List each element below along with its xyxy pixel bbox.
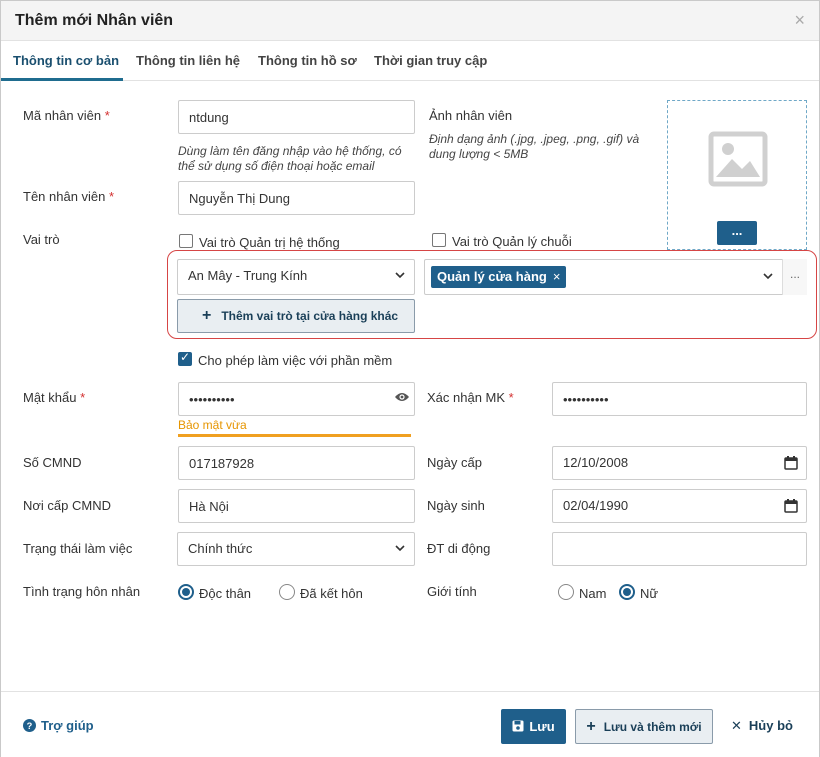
photo-label: Ảnh nhân viên — [429, 108, 513, 123]
tab-contact-info[interactable]: Thông tin liên hệ — [136, 53, 240, 68]
issue-place-label: Nơi cấp CMND — [23, 498, 111, 513]
marital-married-label: Đã kết hôn — [300, 586, 363, 601]
software-access-checkbox[interactable]: ✓ — [178, 350, 192, 366]
marital-married-radio[interactable] — [279, 584, 295, 600]
role-label: Vai trò — [23, 232, 60, 247]
issue-date-label: Ngày cấp — [427, 455, 482, 470]
chain-role-checkbox[interactable] — [432, 233, 446, 247]
close-icon[interactable]: × — [794, 10, 805, 31]
check-icon: ✓ — [180, 350, 191, 364]
add-store-role-button[interactable]: + Thêm vai trò tại cửa hàng khác — [177, 299, 415, 333]
issue-date-input[interactable]: 12/10/2008 — [552, 446, 807, 480]
help-link[interactable]: ? Trợ giúp — [23, 718, 94, 733]
photo-hint: Định dạng ảnh (.jpg, .jpeg, .png, .gif) … — [429, 132, 640, 161]
employee-code-label: Mã nhân viên * — [23, 108, 110, 123]
chain-role-label: Vai trò Quản lý chuỗi — [452, 234, 572, 249]
photo-upload-area[interactable]: ... — [667, 100, 807, 250]
plus-icon: + — [202, 307, 212, 324]
chevron-down-icon — [395, 272, 405, 279]
mobile-label: ĐT di động — [427, 541, 491, 556]
store-select[interactable]: An Mây - Trung Kính — [177, 259, 415, 295]
work-status-select[interactable]: Chính thức — [177, 532, 415, 566]
employee-name-input[interactable] — [178, 181, 415, 215]
password-strength-bar — [178, 434, 411, 437]
work-status-label: Trạng thái làm việc — [23, 541, 133, 556]
confirm-password-input[interactable] — [552, 382, 807, 416]
gender-female-label: Nữ — [640, 586, 659, 601]
gender-male-radio[interactable] — [558, 584, 574, 600]
close-icon: ✕ — [731, 718, 742, 733]
image-placeholder-icon — [708, 131, 768, 187]
employee-code-input[interactable] — [178, 100, 415, 134]
required-mark: * — [508, 390, 514, 405]
chevron-down-icon — [395, 545, 405, 552]
employee-code-hint: Dùng làm tên đăng nhập vào hệ thống, có … — [178, 144, 402, 173]
active-tab-indicator — [1, 78, 123, 81]
role-tag: Quản lý cửa hàng × — [431, 266, 567, 288]
required-mark: * — [109, 189, 115, 204]
tab-profile-info[interactable]: Thông tin hồ sơ — [258, 53, 357, 68]
calendar-icon[interactable] — [784, 456, 798, 470]
marital-single-label: Độc thân — [199, 586, 252, 601]
svg-text:?: ? — [27, 721, 33, 731]
marital-single-radio[interactable] — [178, 584, 194, 600]
issue-place-input[interactable] — [178, 489, 415, 523]
tab-access-time[interactable]: Thời gian truy cập — [374, 53, 487, 68]
gender-label: Giới tính — [427, 584, 477, 599]
required-mark: * — [104, 108, 110, 123]
add-store-role-label: Thêm vai trò tại cửa hàng khác — [221, 309, 399, 323]
store-select-value: An Mây - Trung Kính — [188, 268, 308, 283]
tab-bar: Thông tin cơ bản Thông tin liên hệ Thông… — [1, 41, 819, 81]
birth-date-label: Ngày sinh — [427, 498, 485, 513]
dialog-header: Thêm mới Nhân viên × — [1, 1, 819, 41]
gender-female-radio[interactable] — [619, 584, 635, 600]
password-strength-text: Bảo mật vừa — [178, 418, 247, 432]
photo-browse-button[interactable]: ... — [717, 221, 757, 245]
tab-basic-info[interactable]: Thông tin cơ bản — [13, 53, 119, 68]
dialog-title: Thêm mới Nhân viên — [15, 12, 174, 29]
password-label: Mật khẩu * — [23, 390, 86, 405]
employee-name-label: Tên nhân viên * — [23, 189, 115, 204]
eye-icon[interactable] — [394, 391, 410, 403]
required-mark: * — [80, 390, 86, 405]
password-input[interactable] — [178, 382, 415, 416]
save-icon — [512, 720, 524, 732]
admin-role-checkbox[interactable] — [179, 234, 193, 248]
help-icon: ? — [23, 719, 36, 732]
mobile-input[interactable] — [552, 532, 807, 566]
role-more-button[interactable]: ... — [782, 259, 807, 295]
save-and-new-button[interactable]: + Lưu và thêm mới — [575, 709, 713, 744]
chevron-down-icon — [763, 273, 773, 280]
cancel-button[interactable]: ✕ Hủy bỏ — [731, 718, 793, 734]
employee-dialog: Thêm mới Nhân viên × Thông tin cơ bản Th… — [0, 0, 820, 757]
save-button[interactable]: Lưu — [501, 709, 566, 744]
confirm-password-label: Xác nhận MK * — [427, 390, 514, 405]
issue-date-value: 12/10/2008 — [563, 455, 629, 470]
gender-male-label: Nam — [579, 586, 607, 601]
role-tag-label: Quản lý cửa hàng — [437, 269, 547, 284]
plus-icon: + — [586, 718, 596, 735]
id-number-input[interactable] — [178, 446, 415, 480]
birth-date-value: 02/04/1990 — [563, 498, 629, 513]
work-status-value: Chính thức — [188, 541, 253, 556]
tag-remove-icon[interactable]: × — [553, 269, 561, 284]
marital-status-label: Tình trạng hôn nhân — [23, 584, 141, 599]
birth-date-input[interactable]: 02/04/1990 — [552, 489, 807, 523]
id-number-label: Số CMND — [23, 455, 82, 470]
software-access-label: Cho phép làm việc với phần mềm — [198, 353, 393, 368]
calendar-icon[interactable] — [784, 499, 798, 513]
admin-role-label: Vai trò Quản trị hệ thống — [199, 235, 340, 250]
